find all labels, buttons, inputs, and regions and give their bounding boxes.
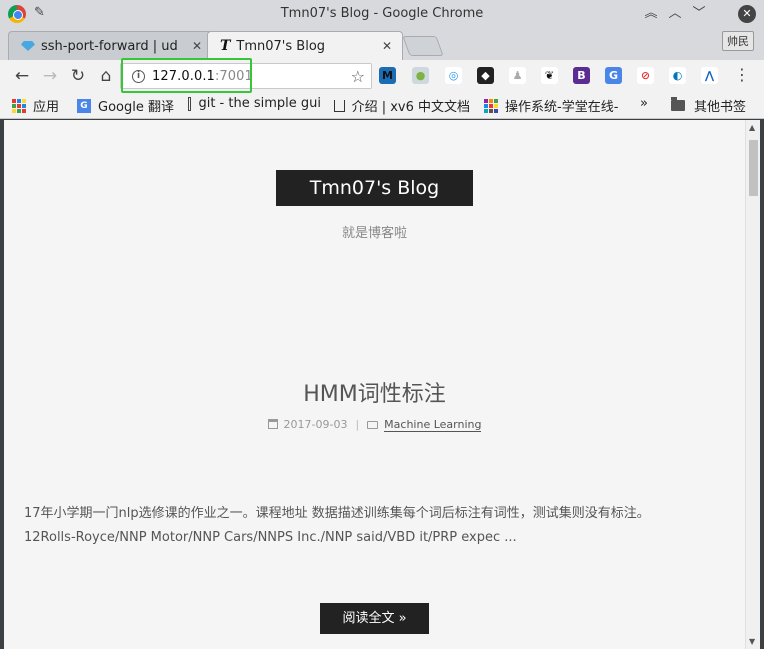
page-scrollbar[interactable]: ▲ ▼ — [745, 120, 760, 649]
book-icon — [334, 99, 345, 112]
scroll-up-arrow-icon[interactable]: ▲ — [749, 123, 755, 132]
post-excerpt-line-1: 17年小学期一门nlp选修课的作业之一。课程地址 数据描述训练集每个词后标注有词… — [24, 506, 650, 521]
tab-tmn07-blog[interactable]: T Tmn07's Blog ✕ — [207, 31, 403, 60]
bookmark-xv6-docs[interactable]: 介绍 | xv6 中文文档 — [334, 96, 470, 115]
translate-ext-icon[interactable]: G — [605, 67, 622, 84]
maximize-button[interactable]: ︿ — [665, 4, 685, 24]
tab-strip: ssh-port-forward | ud ✕ T Tmn07's Blog ✕… — [0, 28, 764, 60]
tab-close-icon[interactable]: ✕ — [192, 39, 202, 53]
calendar-icon — [267, 419, 278, 429]
bookmark-label: 应用 — [33, 100, 60, 115]
post-meta: 2017-09-03 | Machine Learning — [4, 418, 745, 432]
paw-ext-icon[interactable]: ❦ — [541, 67, 558, 84]
title-bar: ✎ Tmn07's Blog - Google Chrome ︽ ︿ ﹀ ✕ — [0, 0, 764, 28]
meta-separator: | — [355, 418, 360, 431]
page-content: Tmn07's Blog 就是博客啦 HMM词性标注 2017-09-03 | Ma… — [4, 120, 745, 649]
minimize-button[interactable]: ﹀ — [689, 4, 709, 24]
home-button[interactable]: ⌂ — [95, 65, 117, 87]
tab-ssh-port-forward[interactable]: ssh-port-forward | ud ✕ — [8, 31, 213, 60]
bookmarks-overflow-button[interactable]: » — [640, 96, 648, 111]
post-excerpt-line-2: 12Rolls-Royce/NNP Motor/NNP Cars/NNPS In… — [24, 530, 517, 545]
reload-button[interactable]: ↻ — [67, 65, 89, 87]
pinwheel-ext-icon[interactable]: ● — [412, 67, 429, 84]
bookmarks-bar: 应用 G Google 翻译 git - the simple gui 介绍 |… — [0, 92, 764, 119]
close-window-button[interactable]: ✕ — [738, 5, 756, 23]
stop-ext-icon[interactable]: ⊘ — [637, 67, 654, 84]
site-title[interactable]: Tmn07's Blog — [276, 170, 473, 206]
bookmark-label: 操作系统-学堂在线- — [505, 100, 619, 115]
bookmark-label: Google 翻译 — [98, 100, 174, 115]
wave-ext-icon[interactable]: ◐ — [669, 67, 686, 84]
post-category-link[interactable]: Machine Learning — [384, 418, 482, 432]
m-ext-icon[interactable]: M — [379, 67, 396, 84]
bell-ext-icon[interactable]: ♟ — [509, 67, 526, 84]
bookmark-xuetang-os[interactable]: 操作系统-学堂在线- — [484, 96, 621, 115]
document-icon — [188, 96, 192, 111]
bookmark-star-icon[interactable]: ☆ — [351, 67, 365, 86]
lambda-ext-icon[interactable]: ⋀ — [701, 67, 718, 84]
bookmark-label: 其他书签 — [694, 100, 747, 115]
tab-close-icon[interactable]: ✕ — [382, 39, 392, 53]
bookmark-other[interactable]: 其他书签 — [671, 96, 746, 115]
scroll-down-arrow-icon[interactable]: ▼ — [749, 637, 755, 646]
bookmark-git-guide[interactable]: git - the simple gui — [188, 96, 321, 111]
diamond-favicon-icon — [21, 41, 35, 51]
bookmark-apps[interactable]: 应用 — [12, 96, 59, 115]
post-date: 2017-09-03 — [283, 418, 348, 431]
apps-grid-icon — [12, 98, 26, 113]
folder-icon — [671, 97, 685, 111]
post-title[interactable]: HMM词性标注 — [4, 376, 745, 408]
toolbar: ← → ↻ ⌂ i 127.0.0.1:7001 ☆ M ● ◎ ◆ ♟ ❦ B G ⊘ ◐ ⋀ ⋮ — [0, 60, 764, 92]
forward-button[interactable]: → — [39, 65, 61, 87]
read-more-button[interactable]: 阅读全文 » — [320, 603, 429, 634]
xuetang-icon — [484, 98, 498, 113]
t-favicon-icon: T — [220, 38, 231, 54]
b-ext-icon[interactable]: B — [573, 67, 590, 84]
profile-button[interactable]: 帅民 — [722, 31, 754, 51]
tab-label: ssh-port-forward | ud — [41, 38, 178, 54]
tab-label: Tmn07's Blog — [236, 38, 326, 54]
bookmark-google-translate[interactable]: G Google 翻译 — [77, 96, 174, 115]
new-tab-button[interactable] — [402, 36, 444, 56]
category-folder-icon — [367, 421, 379, 429]
info-icon[interactable]: i — [132, 69, 145, 83]
bookmark-label: 介绍 | xv6 中文文档 — [351, 100, 470, 115]
url-text[interactable]: 127.0.0.1:7001 — [152, 69, 253, 84]
back-button[interactable]: ← — [11, 65, 33, 87]
scroll-thumb[interactable] — [749, 140, 758, 196]
keep-above-button[interactable]: ︽ — [641, 4, 661, 24]
site-subtitle: 就是博客啦 — [341, 226, 407, 241]
menu-icon[interactable]: ⋮ — [734, 66, 750, 84]
target-ext-icon[interactable]: ◎ — [445, 67, 462, 84]
face-ext-icon[interactable]: ◆ — [477, 67, 494, 84]
address-bar[interactable]: i 127.0.0.1:7001 ☆ — [120, 63, 372, 89]
translate-icon: G — [77, 98, 91, 113]
window-frame — [760, 120, 764, 649]
bookmark-label: git - the simple gui — [198, 96, 321, 111]
